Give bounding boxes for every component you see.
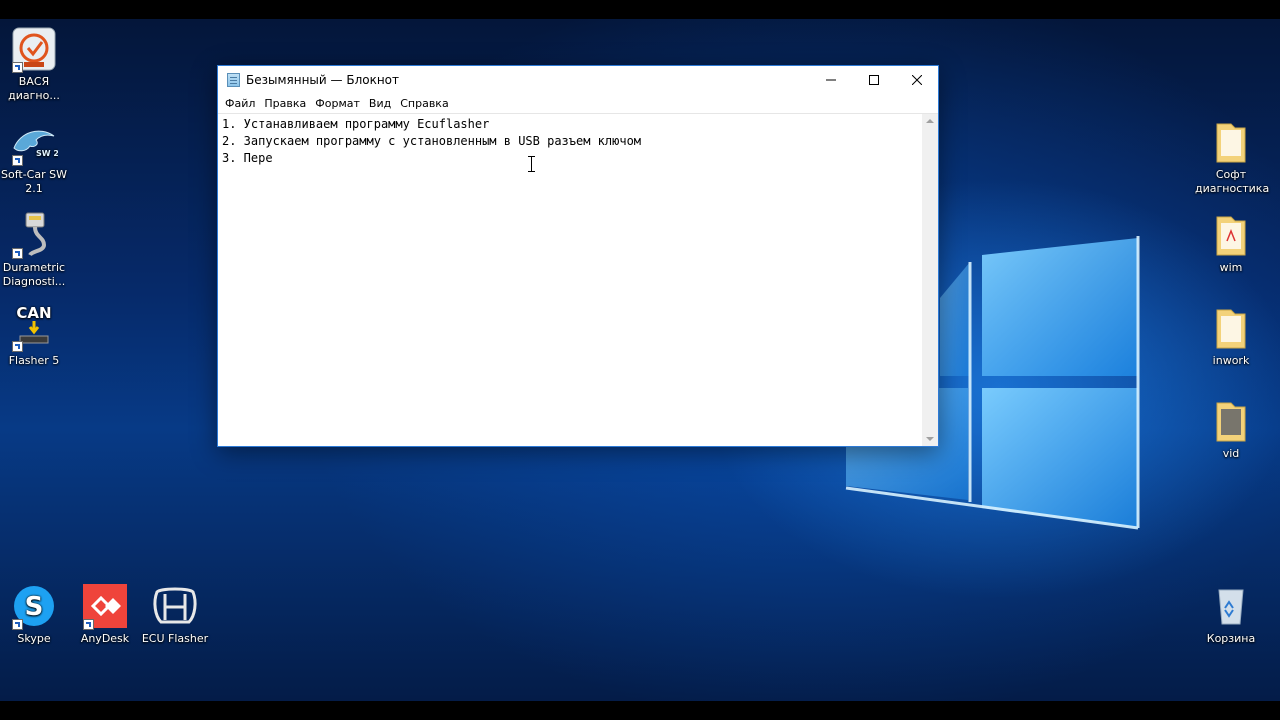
folder-icon [1207, 397, 1255, 445]
maximize-icon [868, 74, 879, 85]
desktop-icon-label: Soft-Car SW 2.1 [1, 168, 67, 195]
menu-file[interactable]: Файл [222, 97, 261, 110]
folder-icon [1207, 304, 1255, 352]
close-icon [911, 74, 922, 85]
vasya-icon [10, 25, 58, 73]
folder-icon [1207, 118, 1255, 166]
ibeam-cursor-icon [528, 156, 535, 172]
scroll-up-arrow-icon[interactable] [926, 119, 934, 123]
soft-car-dolphin-icon: SW 2.1 [10, 118, 68, 166]
folder-icon [1207, 211, 1255, 259]
vertical-scrollbar[interactable] [922, 113, 938, 446]
letterbox-top [0, 0, 1280, 19]
shortcut-arrow-icon [12, 155, 23, 166]
window-title: Безымянный — Блокнот [246, 72, 400, 87]
desktop-icon-label: Flasher 5 [8, 354, 60, 367]
menu-view[interactable]: Вид [366, 97, 397, 110]
shortcut-arrow-icon [12, 619, 23, 630]
close-button[interactable] [895, 66, 938, 93]
menu-format[interactable]: Формат [312, 97, 366, 110]
desktop-icon-soft-diagnostika[interactable]: Софт диагностика [1195, 118, 1270, 196]
shortcut-arrow-icon [83, 619, 94, 630]
title-bar[interactable]: Безымянный — Блокнот [218, 66, 938, 93]
desktop-icon-can-flasher[interactable]: CAN Flasher 5 [0, 304, 70, 368]
desktop-icon-soft-car[interactable]: SW 2.1 Soft-Car SW 2.1 [0, 118, 70, 196]
can-flasher-icon: CAN [10, 304, 58, 352]
desktop-icon-durametric[interactable]: Durametric Diagnosti... [0, 211, 70, 289]
anydesk-icon [81, 582, 129, 630]
desktop-icon-skype[interactable]: S Skype [0, 582, 70, 646]
soft-car-badge: SW 2.1 [36, 149, 58, 158]
skype-icon: S [10, 582, 58, 630]
scroll-down-arrow-icon[interactable] [926, 437, 934, 441]
desktop-icon-label: ВАСЯ диагно... [8, 75, 60, 102]
minimize-icon [825, 79, 836, 80]
shortcut-arrow-icon [12, 341, 23, 352]
maximize-button[interactable] [852, 66, 895, 93]
desktop-icon-label: inwork [1212, 354, 1250, 367]
desktop-icon-anydesk[interactable]: AnyDesk [69, 582, 141, 646]
desktop-icon-inwork[interactable]: inwork [1195, 304, 1267, 368]
desktop-icon-vasya[interactable]: ВАСЯ диагно... [0, 25, 70, 103]
desktop-icon-label: vid [1222, 447, 1240, 460]
menu-edit[interactable]: Правка [261, 97, 312, 110]
shortcut-arrow-icon [12, 248, 23, 259]
desktop-icon-label: ECU Flasher [141, 632, 209, 645]
letterbox-bottom [0, 701, 1280, 720]
menu-bar: Файл Правка Формат Вид Справка [218, 93, 938, 113]
notepad-window[interactable]: Безымянный — Блокнот Файл Правка Формат … [217, 65, 939, 447]
desktop-icon-label: wim [1219, 261, 1243, 274]
desktop-icon-wim[interactable]: wim [1195, 211, 1267, 275]
recycle-bin-icon [1207, 582, 1255, 630]
desktop-icon-label: Корзина [1206, 632, 1256, 645]
durametric-cable-icon [10, 211, 58, 259]
desktop-icon-label: Durametric Diagnosti... [2, 261, 66, 288]
desktop-icon-vid[interactable]: vid [1195, 397, 1267, 461]
desktop-icon-recycle-bin[interactable]: Корзина [1195, 582, 1267, 646]
svg-text:S: S [25, 592, 44, 622]
desktop-icon-ecu-flasher[interactable]: ECU Flasher [139, 582, 211, 646]
menu-help[interactable]: Справка [397, 97, 454, 110]
can-label: CAN [16, 304, 51, 322]
desktop-icon-label: AnyDesk [80, 632, 130, 645]
notepad-icon [227, 72, 240, 87]
desktop-icon-label: Skype [17, 632, 51, 645]
minimize-button[interactable] [809, 66, 852, 93]
text-editor-area[interactable]: 1. Устанавливаем программу Ecuflasher 2.… [218, 113, 922, 446]
desktop-icon-label: Софт диагностика [1195, 168, 1270, 195]
window-controls [809, 66, 938, 93]
honda-logo-icon [151, 582, 199, 630]
shortcut-arrow-icon [12, 62, 23, 73]
